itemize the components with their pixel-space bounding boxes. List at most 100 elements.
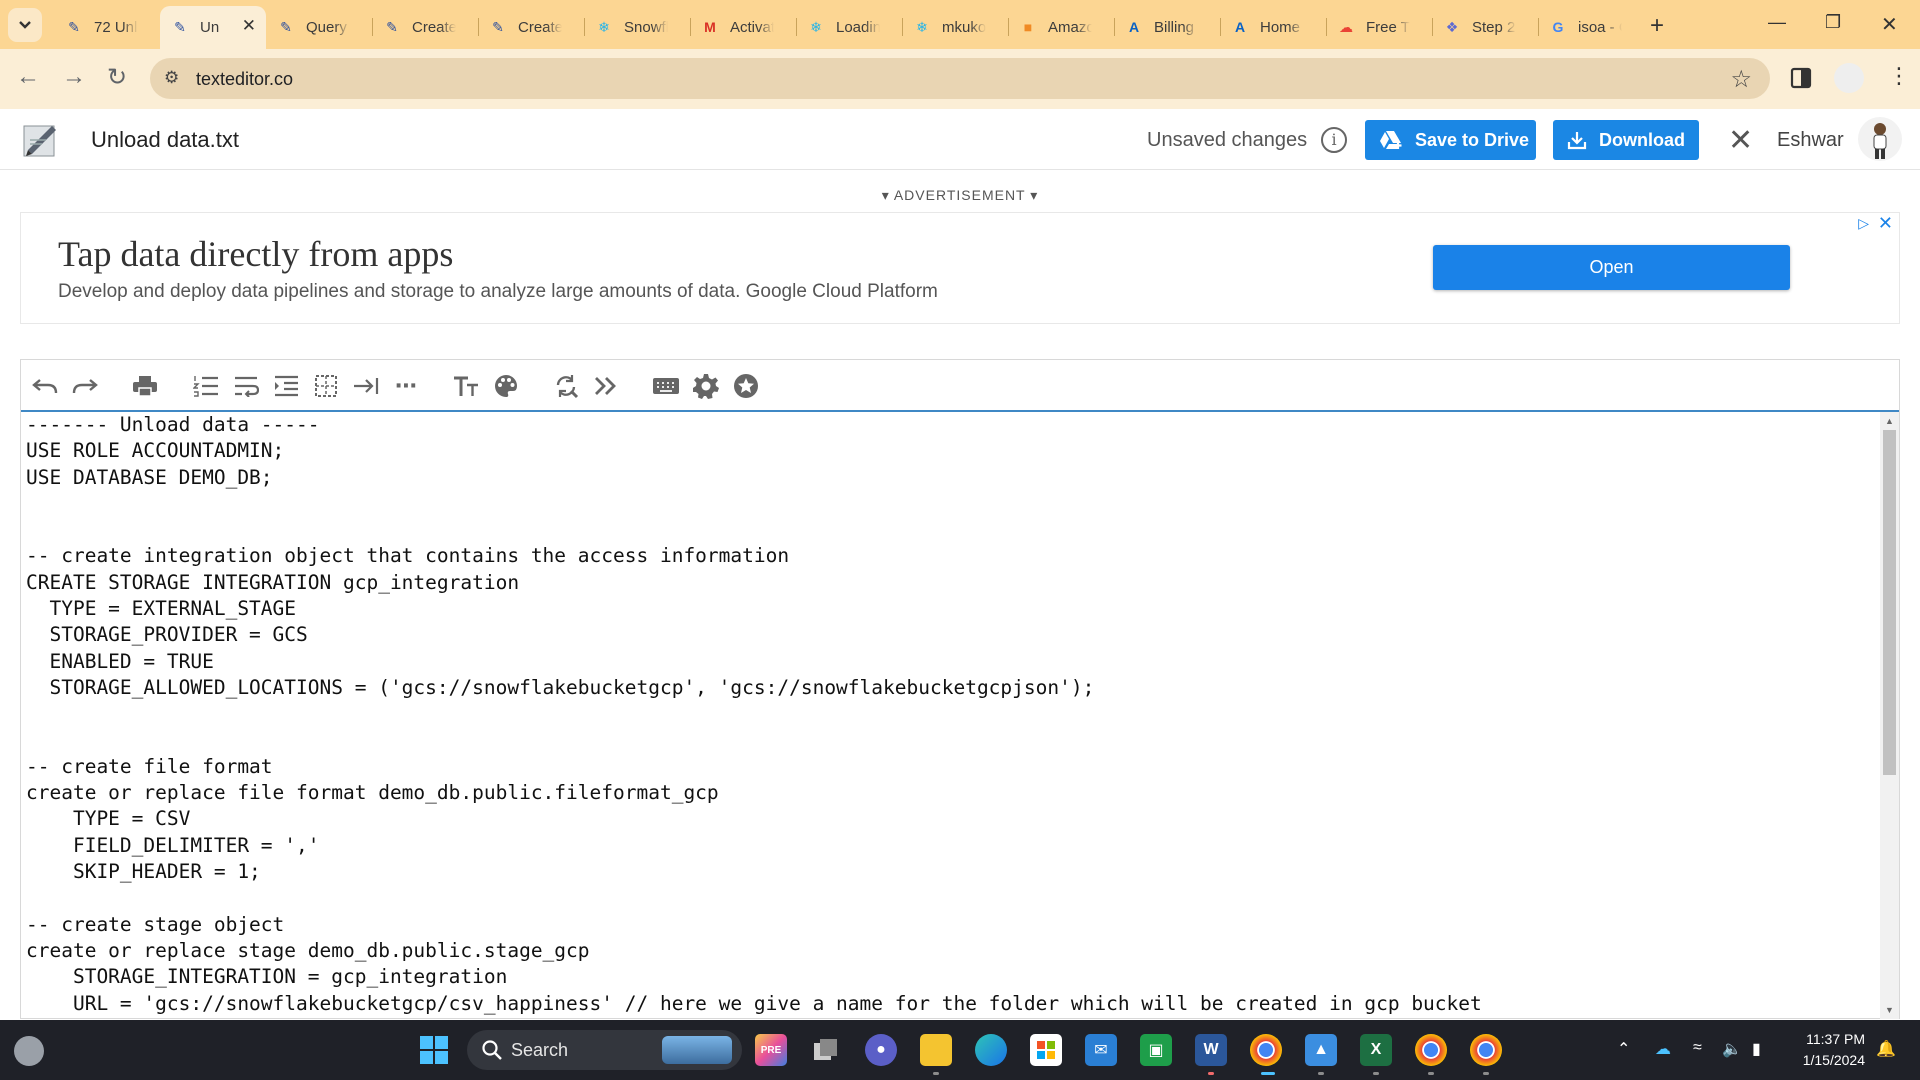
- file-name[interactable]: Unload data.txt: [91, 127, 239, 153]
- code-line[interactable]: USE DATABASE DEMO_DB;: [21, 465, 1879, 491]
- code-line[interactable]: [21, 885, 1879, 911]
- back-icon[interactable]: ←: [16, 63, 40, 91]
- word-icon[interactable]: W: [1195, 1034, 1227, 1066]
- close-file-icon[interactable]: ✕: [1728, 123, 1753, 158]
- download-button[interactable]: Download: [1553, 120, 1699, 160]
- tab-close-icon[interactable]: ✕: [242, 16, 256, 36]
- copilot-icon[interactable]: PRE: [755, 1034, 787, 1066]
- user-name[interactable]: Eshwar: [1777, 129, 1844, 152]
- browser-tab[interactable]: ❖ Step 2: [1432, 8, 1538, 46]
- code-line[interactable]: TYPE = CSV: [21, 806, 1879, 832]
- theme-palette-icon[interactable]: [492, 373, 520, 399]
- browser-tab[interactable]: ❄ Snowfl: [584, 8, 690, 46]
- browser-tab[interactable]: M Activat: [690, 8, 796, 46]
- code-line[interactable]: -- create file format: [21, 754, 1879, 780]
- goto-line-icon[interactable]: [592, 373, 620, 399]
- redo-icon[interactable]: [71, 373, 99, 399]
- task-view-icon[interactable]: [810, 1034, 842, 1066]
- teams-chat-icon[interactable]: ●: [865, 1034, 897, 1066]
- clock-time[interactable]: 11:37 PM: [1795, 1031, 1865, 1047]
- code-line[interactable]: CREATE STORAGE INTEGRATION gcp_integrati…: [21, 570, 1879, 596]
- adchoices-icon[interactable]: ▷: [1858, 215, 1869, 232]
- forward-icon[interactable]: →: [62, 63, 86, 91]
- select-all-icon[interactable]: [312, 373, 340, 399]
- scroll-down-icon[interactable]: ▼: [1885, 1005, 1894, 1015]
- minimize-icon[interactable]: —: [1768, 12, 1786, 33]
- browser-tab[interactable]: ☁ Free Tr: [1326, 8, 1432, 46]
- new-tab-button[interactable]: +: [1650, 12, 1664, 40]
- code-line[interactable]: STORAGE_PROVIDER = GCS: [21, 622, 1879, 648]
- keyboard-shortcuts-icon[interactable]: [652, 373, 680, 399]
- ad-banner[interactable]: Tap data directly from apps Develop and …: [20, 212, 1900, 324]
- word-wrap-icon[interactable]: [232, 373, 260, 399]
- code-line[interactable]: [21, 491, 1879, 517]
- tray-chevron-up-icon[interactable]: ⌃: [1617, 1039, 1630, 1059]
- battery-icon[interactable]: ▮: [1752, 1039, 1761, 1059]
- scrollbar-thumb[interactable]: [1883, 430, 1896, 775]
- find-replace-icon[interactable]: [552, 373, 580, 399]
- info-icon[interactable]: i: [1321, 127, 1347, 153]
- chrome-icon[interactable]: [1250, 1034, 1282, 1066]
- side-panel-icon[interactable]: [1790, 67, 1812, 89]
- reload-icon[interactable]: ↻: [107, 63, 127, 92]
- code-line[interactable]: create or replace file format demo_db.pu…: [21, 780, 1879, 806]
- browser-tab[interactable]: ✎ Create: [478, 8, 584, 46]
- code-line[interactable]: URL = 'gcs://snowflakebucketgcp/csv_happ…: [21, 991, 1879, 1017]
- browser-tab[interactable]: ❄ Loadin: [796, 8, 902, 46]
- mail-icon[interactable]: ✉: [1085, 1034, 1117, 1066]
- restore-icon[interactable]: ❐: [1825, 12, 1841, 33]
- ad-title[interactable]: Tap data directly from apps: [58, 233, 453, 275]
- code-line[interactable]: TYPE = EXTERNAL_STAGE: [21, 596, 1879, 622]
- code-line[interactable]: [21, 728, 1879, 754]
- url-text[interactable]: texteditor.co: [196, 69, 293, 90]
- wifi-icon[interactable]: ≈: [1693, 1039, 1702, 1057]
- volume-icon[interactable]: 🔈: [1722, 1039, 1742, 1059]
- browser-tab[interactable]: A Billing: [1114, 8, 1220, 46]
- ad-description[interactable]: Develop and deploy data pipelines and st…: [58, 281, 938, 303]
- settings-gear-icon[interactable]: [692, 373, 720, 399]
- more-dots-icon[interactable]: ⋯: [392, 373, 420, 399]
- site-info-icon[interactable]: ⚙: [164, 68, 179, 88]
- notification-bell-icon[interactable]: 🔔: [1876, 1039, 1896, 1059]
- photos-icon[interactable]: ▲: [1305, 1034, 1337, 1066]
- file-explorer-icon[interactable]: [920, 1034, 952, 1066]
- chrome-profile-icon-2[interactable]: [1470, 1034, 1502, 1066]
- chat-app-icon[interactable]: ▣: [1140, 1034, 1172, 1066]
- browser-tab[interactable]: ❄ mkuko: [902, 8, 1008, 46]
- tab-key-icon[interactable]: [352, 373, 380, 399]
- store-icon[interactable]: [1030, 1034, 1062, 1066]
- favorite-star-icon[interactable]: [732, 373, 760, 399]
- address-bar[interactable]: ⚙ texteditor.co ☆: [150, 58, 1770, 99]
- code-line[interactable]: USE ROLE ACCOUNTADMIN;: [21, 438, 1879, 464]
- code-line[interactable]: STORAGE_ALLOWED_LOCATIONS = ('gcs://snow…: [21, 675, 1879, 701]
- print-icon[interactable]: [131, 373, 159, 399]
- indent-icon[interactable]: [272, 373, 300, 399]
- browser-tab[interactable]: ✎ Query: [266, 8, 372, 46]
- code-line[interactable]: ENABLED = TRUE: [21, 649, 1879, 675]
- code-line[interactable]: SKIP_HEADER = 1;: [21, 859, 1879, 885]
- code-line[interactable]: FIELD_DELIMITER = ',': [21, 833, 1879, 859]
- line-numbers-icon[interactable]: [192, 373, 220, 399]
- chrome-profile-icon[interactable]: [1415, 1034, 1447, 1066]
- browser-tab[interactable]: ✎ Un ✕: [160, 6, 266, 49]
- close-window-icon[interactable]: ✕: [1881, 12, 1898, 37]
- browser-tab[interactable]: ✎ Create: [372, 8, 478, 46]
- editor-scrollbar[interactable]: ▲ ▼: [1880, 412, 1899, 1019]
- code-line[interactable]: STORAGE_INTEGRATION = gcp_integration: [21, 964, 1879, 990]
- code-textarea[interactable]: ------- Unload data ----- USE ROLE ACCOUN…: [21, 412, 1879, 1019]
- bookmark-star-icon[interactable]: ☆: [1730, 65, 1752, 94]
- code-line[interactable]: create or replace stage demo_db.public.s…: [21, 938, 1879, 964]
- tab-search-button[interactable]: [8, 8, 42, 42]
- undo-icon[interactable]: [31, 373, 59, 399]
- save-to-drive-button[interactable]: Save to Drive: [1365, 120, 1536, 160]
- windows-start-icon[interactable]: [418, 1034, 450, 1066]
- more-menu-icon[interactable]: ⋮: [1888, 63, 1910, 89]
- browser-tab[interactable]: ■ Amazo: [1008, 8, 1114, 46]
- clock-date[interactable]: 1/15/2024: [1795, 1052, 1865, 1068]
- font-size-icon[interactable]: [452, 373, 480, 399]
- taskbar-search[interactable]: Search: [467, 1030, 742, 1070]
- onedrive-icon[interactable]: ☁: [1655, 1039, 1671, 1059]
- ad-close-icon[interactable]: ✕: [1878, 213, 1893, 234]
- code-line[interactable]: [21, 517, 1879, 543]
- code-line[interactable]: -- create stage object: [21, 912, 1879, 938]
